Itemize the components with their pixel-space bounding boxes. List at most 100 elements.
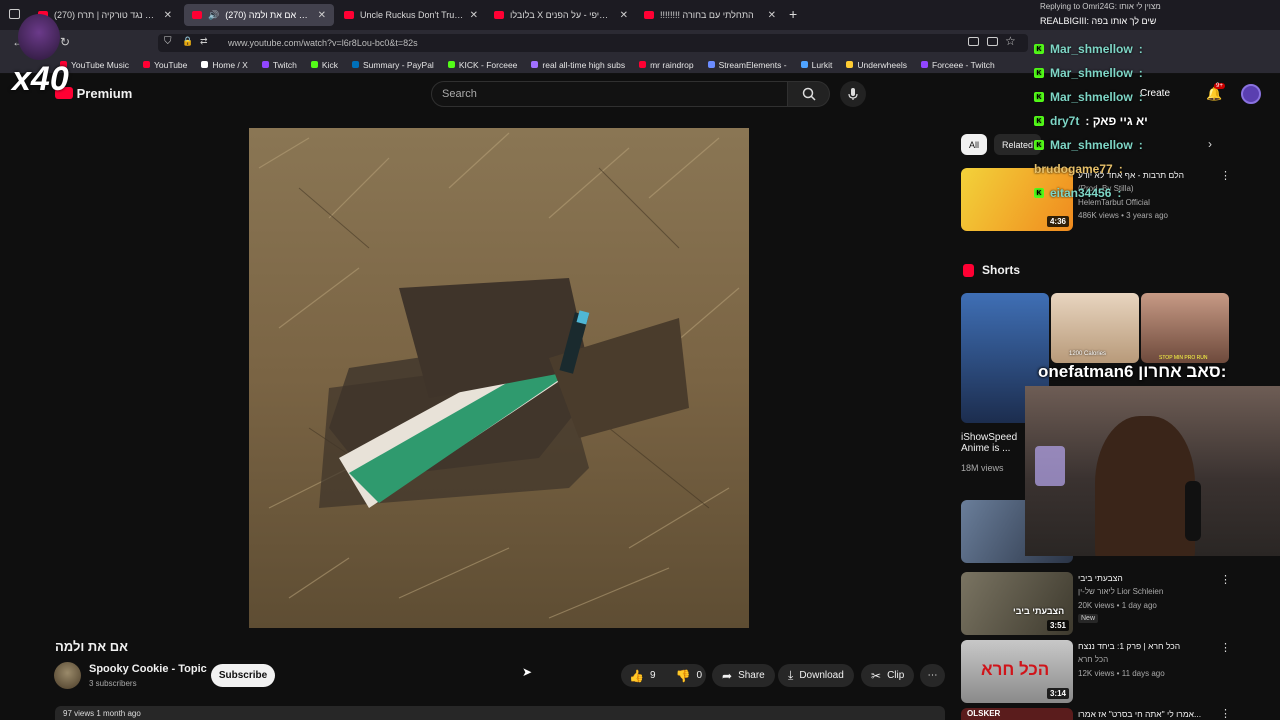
shorts-icon [963,264,974,277]
screenshot-icon[interactable] [968,37,979,46]
search-input[interactable]: Search [431,81,788,107]
browser-tab-active[interactable]: 🔊 אם את ולמה (270) Tube ✕ [184,4,334,26]
webcam-light [1035,446,1065,486]
close-tab-icon[interactable]: ✕ [164,10,172,21]
webcam-person [1095,416,1195,556]
webcam-microphone [1185,481,1201,541]
last-sub-overlay: onefatman6 סאב אחרון: [1038,362,1227,381]
subscriber-count: 3 subscribers [89,679,137,688]
browser-tab[interactable]: !!!!!!!! התחלתי עם בחורה ✕ [636,4,784,26]
video-thumbnail[interactable]: הצבעתי ביבי 3:51 [961,572,1073,635]
streamer-webcam [1025,386,1280,556]
bookmark-item[interactable]: StreamElements - [707,60,787,70]
youtube-favicon-icon [494,11,504,19]
youtube-favicon-icon [344,11,354,19]
bookmark-item[interactable]: YouTube [142,60,187,70]
create-button[interactable]: Create [1140,88,1170,99]
video-title[interactable]: ...אמרו לי "אתה חי בסרט" אז אמרו [1078,709,1201,719]
short-title[interactable]: iShowSpeed Anime is ... [961,432,1031,454]
bookmark-item[interactable]: Forceee - Twitch [921,60,995,70]
video-meta: 12K views • 11 days ago [1078,669,1165,678]
bookmark-item[interactable]: real all-time high subs [531,60,625,70]
video-duration: 3:14 [1046,688,1069,699]
share-button[interactable]: ➦ Share [712,664,775,687]
chat-message: K dry7t: יא גיי פאק [1034,114,1148,128]
bookmark-item[interactable]: KICK - Forceee [447,60,517,70]
thumbs-down-icon: 👎 [675,668,691,683]
video-title[interactable]: הצבעתי ביבי [1078,573,1123,583]
more-vertical-icon[interactable]: ⋮ [1220,641,1231,654]
chat-message: K eitan34456: [1034,186,1121,200]
more-vertical-icon[interactable]: ⋮ [1220,573,1231,586]
subscribe-button[interactable]: Subscribe [211,664,275,687]
bookmark-star-icon[interactable]: ☆ [1005,34,1016,48]
video-title[interactable]: הכל חרא | פרק 1: ביחד ננצח [1078,641,1180,651]
tab-list-icon[interactable] [9,9,20,19]
close-tab-icon[interactable]: ✕ [620,10,628,21]
bookmark-item[interactable]: Home / X [201,60,248,70]
new-tab-button[interactable]: + [789,6,797,22]
chip-all[interactable]: All [961,134,988,155]
bookmark-item[interactable]: Lurkit [800,60,832,70]
chat-top-message: REALBIGIII: שים לך אותו בפה [1040,16,1157,26]
kick-badge-icon: K [1034,188,1044,198]
lock-icon[interactable]: 🔒 [182,36,193,47]
permissions-icon[interactable]: ⇄ [200,36,208,47]
bookmark-item[interactable]: mr raindrop [639,60,694,70]
bookmark-item[interactable]: Kick [310,60,338,70]
chat-reply-context: Replying to Omri24G: מצוין לי אותו [1040,2,1161,11]
reload-icon[interactable]: ↻ [60,35,70,49]
channel-name[interactable]: Spooky Cookie - Topic [89,663,207,675]
chat-message: K Mar_shmellow: [1034,42,1143,56]
microphone-icon [848,88,858,100]
browser-tab[interactable]: בלובלו X שיפי - על הפנים Tube ✕ [486,4,636,26]
youtube-favicon-icon [644,11,654,19]
video-meta: 486K views • 3 years ago [1078,211,1168,220]
more-actions-button[interactable]: ⋯ [920,664,945,687]
like-button[interactable]: 👍 9 [629,669,656,683]
dislike-button[interactable]: 👎 0 [676,669,703,683]
chat-message: K Mar_shmellow: [1034,90,1143,104]
close-tab-icon[interactable]: ✕ [318,10,326,21]
mouse-cursor: ➤ [522,665,533,679]
channel-name[interactable]: ליאור של-ין Lior Schleien [1078,587,1163,596]
video-thumbnail[interactable]: הכל חרא 3:14 [961,640,1073,703]
close-tab-icon[interactable]: ✕ [768,10,776,21]
scissors-icon: ✂ [871,668,882,683]
video-player[interactable] [249,128,749,628]
thumbs-up-icon: 👍 [629,668,644,683]
video-title: אם את ולמה [55,639,128,654]
video-thumbnail[interactable]: OLSKER [961,708,1073,720]
video-frame [249,128,749,628]
kick-badge-icon: K [1034,92,1044,102]
voice-search-button[interactable] [840,81,866,107]
channel-name[interactable]: הכל חרא [1078,655,1108,664]
close-tab-icon[interactable]: ✕ [470,10,478,21]
clip-button[interactable]: ✂ Clip [861,664,915,687]
kick-badge-icon: K [1034,44,1044,54]
video-duration: 4:36 [1046,216,1069,227]
chevron-right-icon[interactable]: › [1208,137,1212,151]
bookmark-item[interactable]: Twitch [261,60,297,70]
channel-avatar[interactable] [54,662,81,689]
short-thumbnail[interactable]: STOP MIN PRO RUN [1141,293,1229,363]
download-button[interactable]: ⤓ Download [778,664,854,687]
download-icon: ⤓ [788,668,794,682]
address-bar[interactable]: ⛉ 🔒 ⇄ www.youtube.com/watch?v=l6r8Lou-bc… [158,34,1028,52]
browser-tab[interactable]: Uncle Ruckus Don't Trust T ✕ [336,4,486,26]
speaker-icon[interactable]: 🔊 [208,10,219,21]
more-vertical-icon[interactable]: ⋮ [1220,169,1231,182]
account-avatar[interactable] [1241,84,1261,104]
bookmark-item[interactable]: YouTube Music [60,60,129,70]
more-vertical-icon[interactable]: ⋮ [1220,707,1231,720]
short-thumbnail[interactable]: 1200 Calories [1051,293,1139,363]
bookmark-item[interactable]: Underwheels [846,60,907,70]
chat-message: K Mar_shmellow: [1034,138,1143,152]
search-button[interactable] [788,81,830,107]
video-description-box[interactable]: 97 views 1 month ago [55,706,945,720]
short-views: 18M views [961,463,1004,473]
bookmark-item[interactable]: Summary - PayPal [351,60,434,70]
shield-icon[interactable]: ⛉ [164,36,172,47]
video-duration: 3:51 [1046,620,1069,631]
pip-icon[interactable] [987,37,998,46]
